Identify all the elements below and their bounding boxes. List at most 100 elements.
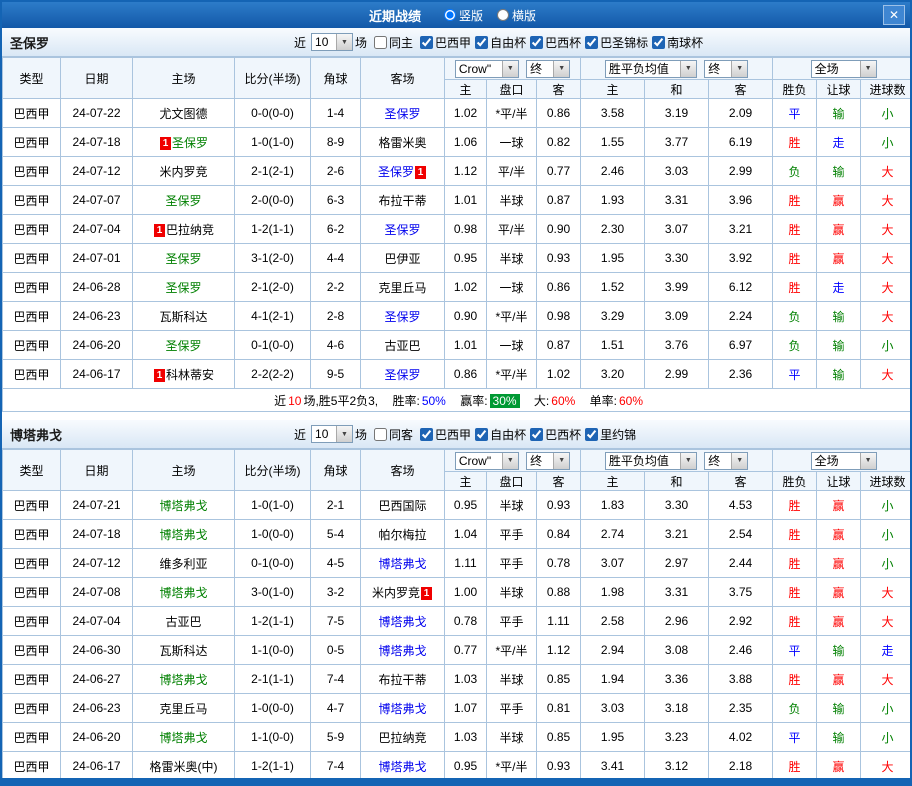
col-header-score: 比分(半场) bbox=[235, 450, 311, 491]
match-count-select[interactable]: 10▼ bbox=[311, 425, 353, 443]
col-header-type: 类型 bbox=[3, 450, 61, 491]
avg-away-odds: 2.24 bbox=[709, 302, 773, 331]
competition-filter[interactable]: 巴圣锦标 bbox=[585, 34, 648, 51]
match-rows: 巴西甲 24-07-21 博塔弗戈 1-0(1-0) 2-1 巴西国际 0.95… bbox=[3, 491, 912, 781]
view-mode-vertical[interactable]: 竖版 bbox=[444, 7, 483, 24]
competition-label: 自由杯 bbox=[490, 426, 526, 443]
bookmaker-select[interactable]: Crow"▼ bbox=[455, 60, 519, 78]
competition-checkbox-input[interactable] bbox=[475, 36, 488, 49]
competition-filter[interactable]: 巴西甲 bbox=[420, 34, 471, 51]
match-date: 24-06-20 bbox=[61, 331, 133, 360]
corners: 2-8 bbox=[311, 302, 361, 331]
chevron-down-icon: ▼ bbox=[680, 61, 696, 77]
odds-away: 0.98 bbox=[537, 302, 581, 331]
competition-checkbox-input[interactable] bbox=[475, 428, 488, 441]
result-goals: 小 bbox=[861, 694, 912, 723]
odds-away: 0.87 bbox=[537, 186, 581, 215]
match-date: 24-07-22 bbox=[61, 99, 133, 128]
competition-filter[interactable]: 巴西杯 bbox=[530, 34, 581, 51]
competition-checkbox-input[interactable] bbox=[652, 36, 665, 49]
table-row: 巴西甲 24-06-17 1科林蒂安 2-2(2-2) 9-5 圣保罗 0.86… bbox=[3, 360, 912, 389]
result-handicap: 赢 bbox=[817, 607, 861, 636]
result-wdl: 胜 bbox=[773, 128, 817, 157]
result-wdl: 负 bbox=[773, 694, 817, 723]
summary-odd-label: 单率: bbox=[590, 394, 617, 408]
competition-label: 巴西杯 bbox=[545, 426, 581, 443]
recent-results-window: 近期战绩 竖版 横版 ✕ 圣保罗 近 10▼ 场 同主 巴西甲 bbox=[0, 0, 912, 786]
sub-header-odds-home: 主 bbox=[445, 472, 487, 491]
handicap-line: 半球 bbox=[487, 665, 537, 694]
corners: 7-4 bbox=[311, 665, 361, 694]
result-wdl: 负 bbox=[773, 302, 817, 331]
away-team: 米内罗竞1 bbox=[361, 578, 445, 607]
result-handicap: 走 bbox=[817, 273, 861, 302]
score: 1-1(0-0) bbox=[235, 636, 311, 665]
odds-home: 1.12 bbox=[445, 157, 487, 186]
venue-checkbox-input[interactable] bbox=[374, 36, 387, 49]
competition-filter[interactable]: 自由杯 bbox=[475, 426, 526, 443]
score: 1-0(0-0) bbox=[235, 694, 311, 723]
competition-filter[interactable]: 自由杯 bbox=[475, 34, 526, 51]
avg-type-select[interactable]: 胜平负均值▼ bbox=[605, 60, 697, 78]
table-row: 巴西甲 24-06-17 格雷米奥(中) 1-2(1-1) 7-4 博塔弗戈 0… bbox=[3, 752, 912, 781]
scope-select[interactable]: 全场▼ bbox=[811, 60, 877, 78]
competition-checkbox-input[interactable] bbox=[585, 36, 598, 49]
competition-checkbox-input[interactable] bbox=[530, 36, 543, 49]
horizontal-view-radio[interactable] bbox=[497, 9, 509, 21]
result-goals: 大 bbox=[861, 360, 912, 389]
match-date: 24-07-18 bbox=[61, 128, 133, 157]
sub-header-handicap-result: 让球 bbox=[817, 80, 861, 99]
competition-filter[interactable]: 里约锦 bbox=[585, 426, 636, 443]
table-row: 巴西甲 24-07-07 圣保罗 2-0(0-0) 6-3 布拉干蒂 1.01 … bbox=[3, 186, 912, 215]
col-header-away: 客场 bbox=[361, 58, 445, 99]
competition-checkbox-input[interactable] bbox=[420, 36, 433, 49]
score: 1-2(1-1) bbox=[235, 752, 311, 781]
odds-final-select[interactable]: 终▼ bbox=[526, 60, 570, 78]
odds-away: 0.82 bbox=[537, 128, 581, 157]
league-type: 巴西甲 bbox=[3, 244, 61, 273]
result-wdl: 胜 bbox=[773, 607, 817, 636]
view-mode-horizontal[interactable]: 横版 bbox=[497, 7, 536, 24]
vertical-view-radio[interactable] bbox=[444, 9, 456, 21]
odds-away: 0.77 bbox=[537, 157, 581, 186]
competition-checkbox-input[interactable] bbox=[585, 428, 598, 441]
avg-final-select[interactable]: 终▼ bbox=[704, 60, 748, 78]
score: 3-1(2-0) bbox=[235, 244, 311, 273]
red-card-badge: 1 bbox=[154, 369, 165, 382]
competition-checkbox-input[interactable] bbox=[530, 428, 543, 441]
handicap-line: 半球 bbox=[487, 491, 537, 520]
competition-filter-list: 巴西甲 自由杯 巴西杯 里约锦 bbox=[416, 426, 636, 443]
avg-final-select[interactable]: 终▼ bbox=[704, 452, 748, 470]
competition-filter[interactable]: 南球杯 bbox=[652, 34, 703, 51]
result-goals: 小 bbox=[861, 520, 912, 549]
venue-filter[interactable]: 同主 bbox=[374, 34, 413, 51]
venue-filter[interactable]: 同客 bbox=[374, 426, 413, 443]
filter-controls: 近 10▼ 场 同客 巴西甲 自由杯 巴西杯 里约锦 bbox=[294, 425, 639, 443]
bookmaker-select[interactable]: Crow"▼ bbox=[455, 452, 519, 470]
away-team: 圣保罗1 bbox=[361, 157, 445, 186]
handicap-line: 平手 bbox=[487, 520, 537, 549]
odds-away: 0.78 bbox=[537, 549, 581, 578]
odds-away: 0.93 bbox=[537, 752, 581, 781]
odds-away: 0.85 bbox=[537, 723, 581, 752]
team-filter-bar: 博塔弗戈 近 10▼ 场 同客 巴西甲 自由杯 巴西杯 里约锦 bbox=[2, 420, 910, 449]
sub-header-goals-result: 进球数 bbox=[861, 472, 912, 491]
competition-filter[interactable]: 巴西杯 bbox=[530, 426, 581, 443]
score: 4-1(2-1) bbox=[235, 302, 311, 331]
odds-final-select[interactable]: 终▼ bbox=[526, 452, 570, 470]
competition-checkbox-input[interactable] bbox=[420, 428, 433, 441]
corners: 9-5 bbox=[311, 360, 361, 389]
odds-away: 0.81 bbox=[537, 694, 581, 723]
sub-header-goals-result: 进球数 bbox=[861, 80, 912, 99]
sub-header-handicap: 盘口 bbox=[487, 472, 537, 491]
match-date: 24-06-23 bbox=[61, 694, 133, 723]
avg-type-select[interactable]: 胜平负均值▼ bbox=[605, 452, 697, 470]
result-wdl: 胜 bbox=[773, 665, 817, 694]
avg-home-odds: 1.98 bbox=[581, 578, 645, 607]
close-button[interactable]: ✕ bbox=[883, 5, 905, 25]
scope-select[interactable]: 全场▼ bbox=[811, 452, 877, 470]
odds-away: 0.93 bbox=[537, 244, 581, 273]
venue-checkbox-input[interactable] bbox=[374, 428, 387, 441]
competition-filter[interactable]: 巴西甲 bbox=[420, 426, 471, 443]
match-count-select[interactable]: 10▼ bbox=[311, 33, 353, 51]
